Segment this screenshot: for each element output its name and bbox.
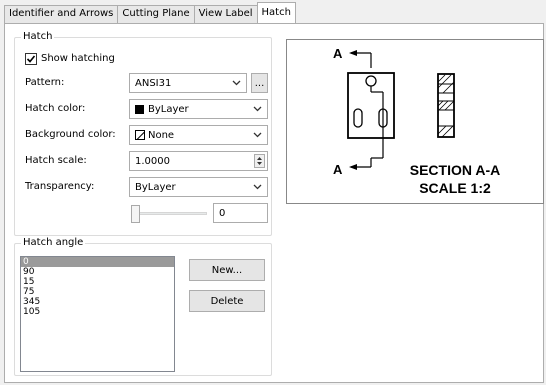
pattern-select[interactable]: ANSI31 (129, 73, 247, 93)
transparency-value: ByLayer (135, 181, 176, 193)
tab-identifier-and-arrows[interactable]: Identifier and Arrows (4, 5, 119, 23)
pattern-label: Pattern: (25, 77, 65, 88)
hatch-angle-group-title: Hatch angle (21, 237, 86, 249)
color-swatch-icon (135, 104, 144, 114)
transparency-slider-thumb[interactable] (131, 205, 140, 223)
transparency-label: Transparency: (25, 181, 95, 192)
background-color-value: None (148, 129, 175, 141)
section-view-drawing: A A SECTION A-A SCALE 1:2 (333, 46, 500, 196)
hatch-scale-label: Hatch scale: (25, 155, 87, 166)
chevron-down-icon (253, 106, 262, 112)
tab-cutting-plane[interactable]: Cutting Plane (117, 5, 195, 23)
list-item[interactable]: 75 (21, 287, 174, 297)
hatch-color-select[interactable]: ByLayer (129, 99, 268, 119)
chevron-down-icon (253, 132, 262, 138)
spin-arrows-icon (257, 157, 262, 165)
hatch-angle-group: Hatch angle 0 90 15 75 345 105 New... De… (14, 237, 272, 376)
list-item[interactable]: 0 (21, 257, 174, 267)
hatch-scale-input[interactable]: 1.0000 (129, 151, 268, 171)
hatch-angle-list[interactable]: 0 90 15 75 345 105 (20, 256, 175, 372)
transparency-slider-value: 0 (219, 207, 226, 219)
tab-hatch[interactable]: Hatch (256, 2, 296, 23)
new-angle-button[interactable]: New... (189, 259, 265, 281)
list-item[interactable]: 90 (21, 267, 174, 277)
hatch-color-label: Hatch color: (25, 103, 86, 114)
scale-caption: SCALE 1:2 (419, 180, 491, 196)
section-label-top: A (333, 46, 343, 61)
show-hatching-label: Show hatching (41, 53, 115, 64)
show-hatching-checkbox[interactable] (25, 53, 37, 65)
no-color-icon (135, 130, 145, 140)
checkmark-icon (26, 55, 36, 63)
chevron-down-icon (253, 184, 262, 190)
hatch-tab-panel: Hatch Show hatching Pattern: ANSI31 ... … (4, 23, 544, 383)
hatch-color-value: ByLayer (148, 103, 189, 115)
hatch-scale-value: 1.0000 (135, 155, 170, 167)
hatch-scale-spinner[interactable] (254, 154, 265, 168)
section-preview: A A SECTION A-A SCALE 1:2 (286, 39, 544, 204)
transparency-select[interactable]: ByLayer (129, 177, 268, 197)
tab-strip: Identifier and Arrows Cutting Plane View… (4, 2, 296, 23)
transparency-value-input[interactable]: 0 (213, 203, 268, 223)
list-item[interactable]: 345 (21, 297, 174, 307)
chevron-down-icon (232, 80, 241, 86)
background-color-label: Background color: (25, 129, 116, 140)
transparency-slider-track[interactable] (133, 212, 207, 215)
section-caption: SECTION A-A (410, 162, 500, 178)
section-label-bottom: A (333, 162, 343, 177)
list-item[interactable]: 105 (21, 307, 174, 317)
hatch-group-title: Hatch (21, 31, 55, 43)
background-color-select[interactable]: None (129, 125, 268, 145)
delete-angle-button[interactable]: Delete (189, 290, 265, 312)
list-item[interactable]: 15 (21, 277, 174, 287)
hatch-group: Hatch Show hatching Pattern: ANSI31 ... … (14, 31, 272, 236)
pattern-browse-button[interactable]: ... (251, 73, 268, 93)
tab-view-label[interactable]: View Label (193, 5, 258, 23)
pattern-value: ANSI31 (135, 77, 172, 89)
